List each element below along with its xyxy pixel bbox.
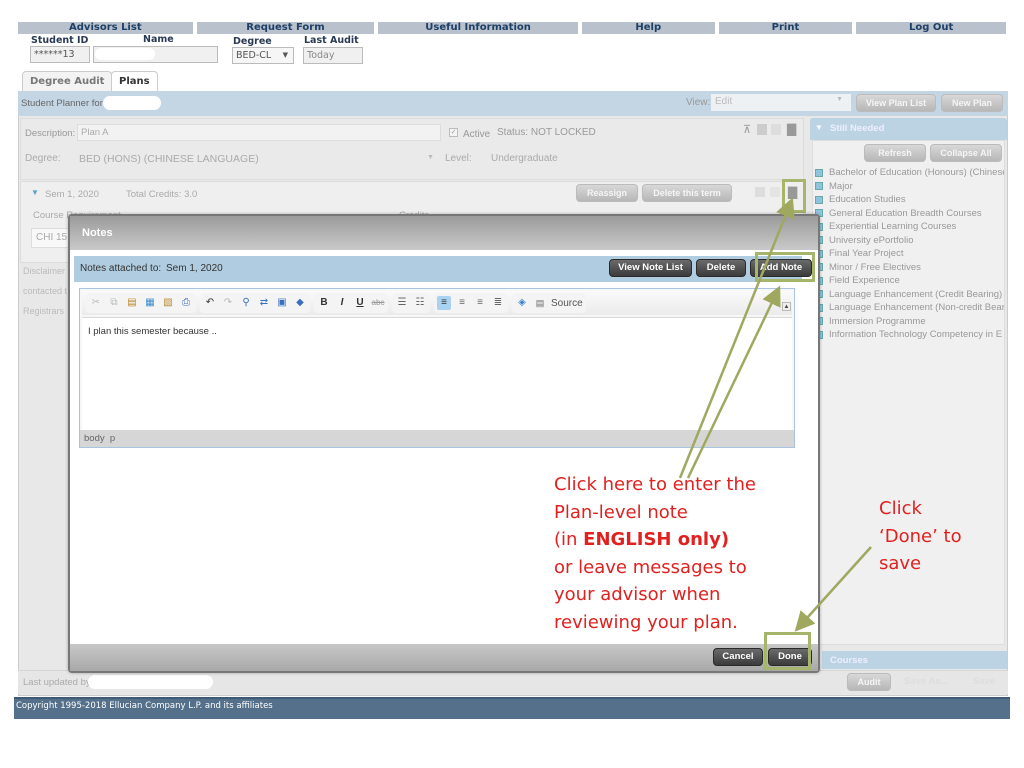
arrow-to-done [794, 546, 872, 632]
arrow-to-add-note [686, 285, 781, 479]
arrow-to-term-note [678, 197, 795, 479]
annotation-add-note: Click here to enter the Plan-level note … [554, 474, 756, 633]
annotation-done: Click ‘Done’ to save [879, 498, 962, 574]
annotation-arrows [678, 197, 872, 632]
